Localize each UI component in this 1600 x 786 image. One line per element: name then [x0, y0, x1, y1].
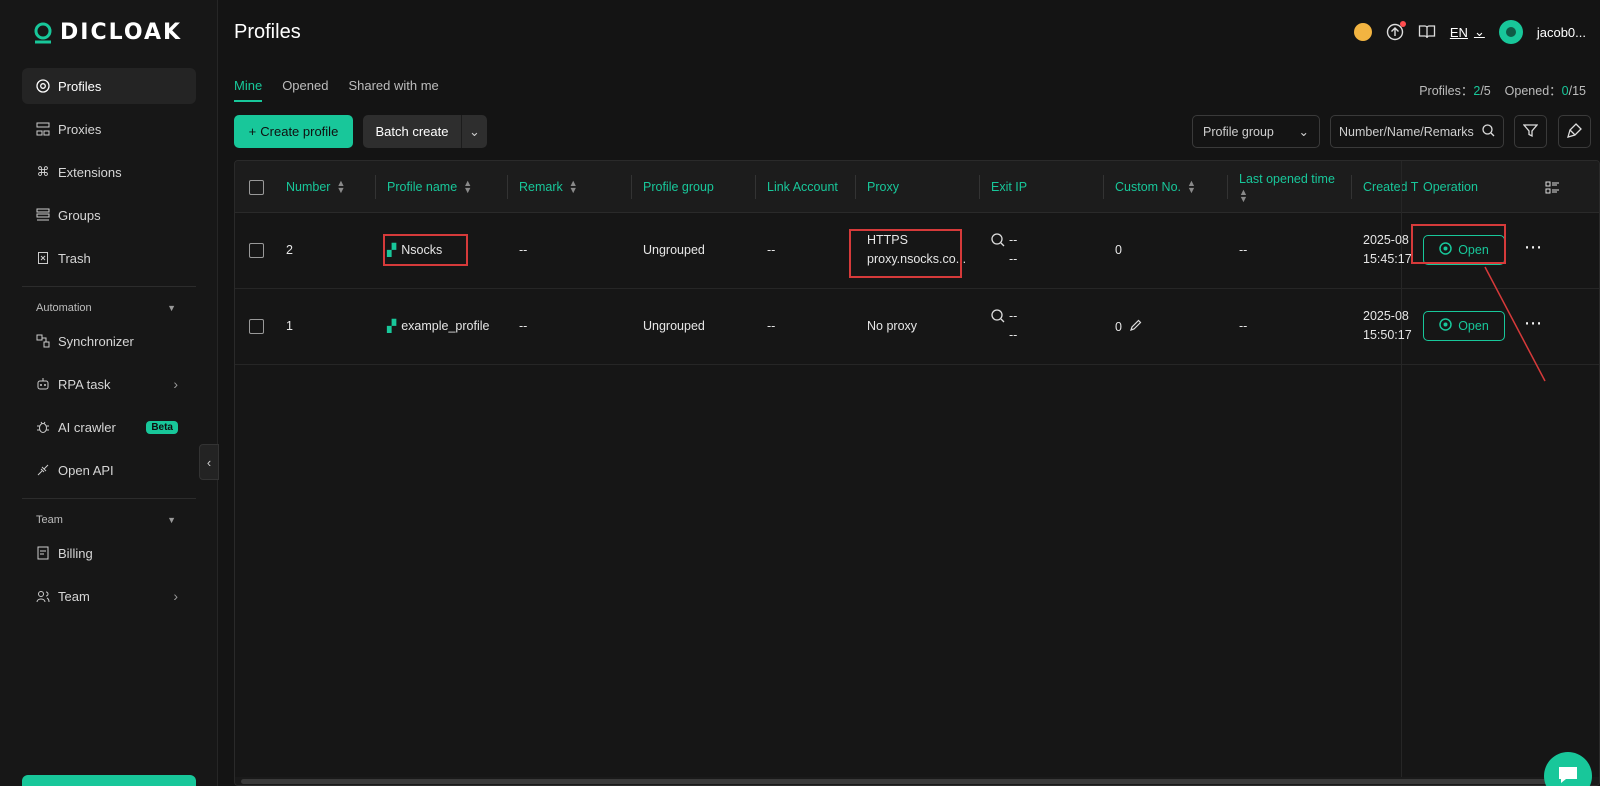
plus-icon: + — [248, 124, 257, 139]
profiles-table: Number ▲ ▼ Profile name ▲ ▼ Remark ▲ ▼ Profile… — [234, 160, 1600, 786]
profiles-total: /5 — [1480, 84, 1491, 98]
chevron-right-icon: › — [173, 588, 178, 604]
sidebar-item-ai-crawler[interactable]: AI crawler Beta — [22, 409, 196, 445]
sidebar-bottom-button[interactable] — [22, 775, 196, 786]
sidebar-item-rpa-task[interactable]: RPA task › — [22, 366, 196, 402]
sidebar-item-synchronizer[interactable]: Synchronizer — [22, 323, 196, 359]
collapse-sidebar-button[interactable]: ‹ — [199, 444, 219, 480]
sidebar-item-billing[interactable]: Billing — [22, 535, 196, 571]
robot-icon — [36, 377, 50, 391]
section-title-label: Automation — [36, 302, 92, 314]
opened-total: /15 — [1568, 84, 1586, 98]
tabs: Mine Opened Shared with me — [234, 78, 439, 102]
chrome-icon — [36, 79, 50, 93]
batch-create-dropdown[interactable]: ⌄ — [461, 115, 487, 148]
groups-icon — [36, 208, 50, 222]
bug-icon — [36, 420, 50, 434]
sidebar-item-label: Proxies — [58, 121, 102, 137]
sidebar-item-label: Billing — [58, 545, 93, 561]
page-title: Profiles — [234, 21, 301, 43]
sidebar-item-label: Trash — [58, 250, 91, 266]
search-icon — [1482, 123, 1495, 140]
tab-shared[interactable]: Shared with me — [348, 78, 438, 102]
billing-icon — [36, 546, 50, 560]
caret-down-icon: ▼ — [167, 303, 176, 313]
profiles-count-label: Profiles： — [1419, 84, 1474, 98]
sidebar-item-label: AI crawler — [58, 419, 116, 435]
horizontal-scrollbar[interactable] — [235, 777, 1599, 785]
sidebar-item-label: RPA task — [58, 376, 111, 392]
beta-badge: Beta — [146, 420, 178, 434]
logo[interactable]: DICLOAK — [32, 20, 182, 45]
profile-group-select[interactable]: Profile group ⌄ — [1192, 115, 1320, 148]
batch-create-button[interactable]: Batch create ⌄ — [363, 115, 487, 148]
chevron-down-icon: ⌄ — [1473, 24, 1485, 39]
filter-button[interactable] — [1514, 115, 1547, 148]
tab-opened[interactable]: Opened — [282, 78, 328, 102]
sidebar-item-groups[interactable]: Groups — [22, 197, 196, 233]
chevron-down-icon: ⌄ — [1298, 125, 1309, 139]
sidebar: DICLOAK Profiles Proxies ⌘ Extensions Gr… — [0, 0, 218, 786]
profile-stats: Profiles：2/5 Opened：0/15 — [1419, 80, 1586, 99]
section-automation[interactable]: Automation ▼ — [22, 293, 196, 323]
avatar[interactable] — [1498, 20, 1523, 44]
book-icon[interactable] — [1418, 23, 1436, 41]
chevron-right-icon: › — [173, 376, 178, 392]
annotation-arrow — [1484, 266, 1546, 382]
language-select[interactable]: EN ⌄ — [1450, 24, 1485, 40]
sidebar-item-proxies[interactable]: Proxies — [22, 111, 196, 147]
opened-count-label: Opened： — [1504, 84, 1562, 98]
filter-icon — [1522, 123, 1539, 141]
batch-create-label: Batch create — [375, 124, 449, 139]
command-icon: ⌘ — [36, 164, 50, 179]
sync-icon — [36, 334, 50, 348]
clear-button[interactable] — [1558, 115, 1591, 148]
divider — [22, 498, 196, 499]
sidebar-item-trash[interactable]: Trash — [22, 240, 196, 276]
search-placeholder: Number/Name/Remarks — [1339, 124, 1474, 139]
opened-used: 0 — [1561, 84, 1569, 98]
network-icon — [36, 122, 50, 136]
api-icon — [36, 463, 50, 477]
section-team[interactable]: Team ▼ — [22, 505, 196, 535]
sidebar-item-profiles[interactable]: Profiles — [22, 68, 196, 104]
create-profile-button[interactable]: + Create profile — [234, 115, 353, 148]
username[interactable]: jacob0... — [1537, 25, 1586, 40]
sidebar-item-open-api[interactable]: Open API — [22, 452, 196, 488]
sidebar-item-label: Synchronizer — [58, 333, 134, 349]
sidebar-item-label: Profiles — [58, 78, 102, 94]
chat-icon — [1557, 765, 1579, 786]
search-input[interactable]: Number/Name/Remarks — [1330, 115, 1504, 148]
sidebar-nav: Profiles Proxies ⌘ Extensions Groups Tra… — [22, 68, 196, 621]
notification-dot — [1399, 21, 1406, 27]
divider — [22, 286, 196, 287]
sidebar-item-label: Groups — [58, 207, 101, 223]
chevron-down-icon: ⌄ — [469, 123, 480, 139]
sidebar-item-label: Extensions — [58, 164, 122, 180]
section-title-label: Team — [36, 514, 63, 526]
sidebar-item-label: Team — [58, 588, 90, 604]
caret-down-icon: ▼ — [167, 515, 176, 525]
top-right-controls: EN ⌄ jacob0... — [1353, 20, 1586, 44]
sidebar-item-team[interactable]: Team › — [22, 578, 196, 614]
tab-mine[interactable]: Mine — [234, 78, 263, 102]
logo-icon — [34, 22, 52, 43]
logo-text: DICLOAK — [60, 20, 183, 45]
sidebar-item-extensions[interactable]: ⌘ Extensions — [22, 154, 196, 190]
upload-icon[interactable] — [1386, 21, 1406, 41]
coin-icon[interactable] — [1353, 23, 1372, 41]
sidebar-item-label: Open API — [58, 462, 114, 478]
trash-icon — [36, 251, 50, 265]
team-icon — [36, 589, 50, 603]
chevron-left-icon: ‹ — [206, 454, 212, 470]
create-profile-label: Create profile — [260, 124, 339, 139]
brush-icon — [1567, 122, 1582, 141]
language-label: EN — [1449, 24, 1468, 40]
profile-group-select-value: Profile group — [1203, 124, 1274, 139]
